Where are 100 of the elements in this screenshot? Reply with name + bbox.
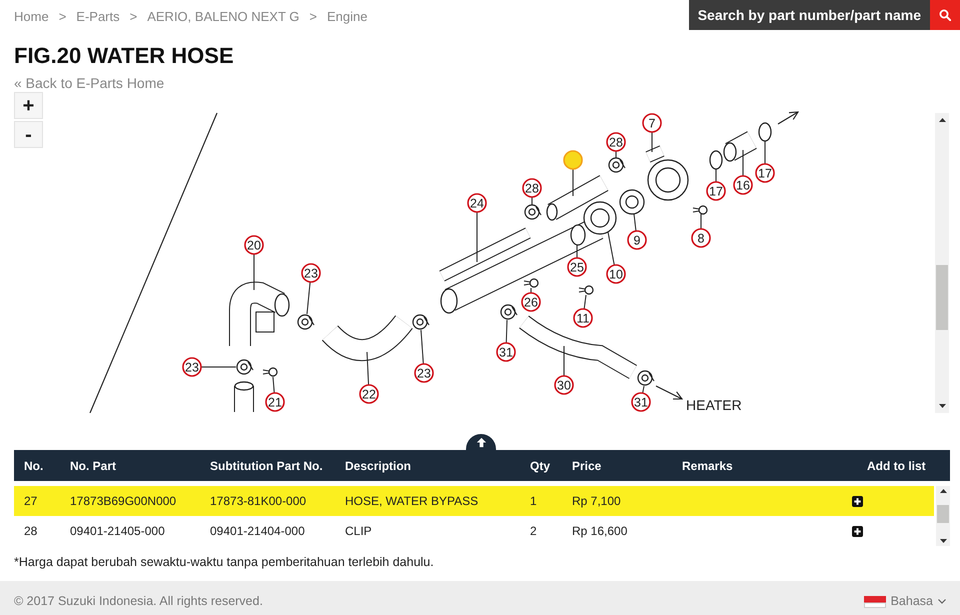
part-callout[interactable]: 26 <box>521 292 541 312</box>
zoom-out-button[interactable]: - <box>14 121 43 148</box>
back-link[interactable]: « Back to E-Parts Home <box>14 75 164 92</box>
table-cell-text: Rp 7,100 <box>571 494 622 508</box>
arrow-up-icon <box>476 437 486 448</box>
zoom-in-button[interactable]: + <box>14 92 43 119</box>
gasket <box>570 224 586 246</box>
leader-line <box>201 366 236 368</box>
table-cell-text: 09401-21405-000 <box>69 524 166 538</box>
part-callout[interactable]: 23 <box>301 263 321 283</box>
leader-line <box>420 330 424 364</box>
hose-connector <box>723 131 757 162</box>
scroll-up-button[interactable] <box>466 434 496 450</box>
search-toggle-button[interactable]: Search by part number/part name <box>688 0 930 30</box>
part-callout[interactable]: 17 <box>755 163 775 183</box>
leader-line <box>272 376 275 394</box>
leader-line <box>608 232 615 266</box>
part-callout[interactable]: 7 <box>642 113 662 133</box>
table-cell-text: 17873-81K00-000 <box>209 494 308 508</box>
part-callout[interactable]: 31 <box>631 392 651 412</box>
plus-square-icon <box>852 496 863 506</box>
search-button[interactable] <box>930 0 960 30</box>
table-cell-text: CLIP <box>344 524 373 538</box>
part-callout[interactable]: 9 <box>627 230 647 250</box>
scroll-up-icon[interactable] <box>938 118 946 122</box>
part-callout[interactable]: 21 <box>265 392 285 412</box>
hose-clamp <box>297 314 314 330</box>
leader-line <box>576 244 578 258</box>
bolt <box>262 367 278 377</box>
breadcrumb-link[interactable]: E-Parts <box>76 9 120 24</box>
part-callout[interactable]: 30 <box>554 375 574 395</box>
column-header: Add to list <box>866 458 927 472</box>
bolt <box>692 205 708 215</box>
column-header: No. <box>23 458 44 472</box>
part-callout[interactable]: 17 <box>706 181 726 201</box>
bolt <box>578 285 594 295</box>
part-callout[interactable]: 10 <box>606 264 626 284</box>
add-to-list-button[interactable] <box>852 496 863 506</box>
thermostat-cap <box>583 201 617 235</box>
part-callout[interactable]: 23 <box>414 363 434 383</box>
part-callout[interactable]: 16 <box>733 175 753 195</box>
part-callout[interactable]: 11 <box>573 308 593 328</box>
language-selector[interactable]: Bahasa <box>864 594 946 609</box>
column-header: Description <box>344 458 412 472</box>
scroll-down-icon[interactable] <box>938 404 946 408</box>
thermostat <box>619 189 645 215</box>
breadcrumb-link[interactable]: Engine <box>327 9 368 24</box>
hose-clamp <box>412 314 430 330</box>
leader-line <box>306 282 311 314</box>
column-header: Subtitution Part No. <box>209 458 324 472</box>
part-callout[interactable]: 28 <box>522 178 542 198</box>
scroll-up-icon[interactable] <box>940 489 946 493</box>
direction-arrow <box>656 386 684 400</box>
scroll-down-icon[interactable] <box>940 539 946 543</box>
column-header: No. Part <box>69 458 118 472</box>
leader-line <box>476 212 478 262</box>
column-header: Price <box>571 458 602 472</box>
page-title: FIG.20 WATER HOSE <box>14 42 234 70</box>
hose-clamp <box>637 370 654 386</box>
elbow-hose <box>229 282 290 346</box>
direction-arrow <box>778 111 800 124</box>
leader-line <box>764 140 766 164</box>
flag-icon <box>864 596 886 608</box>
part-callout[interactable]: 25 <box>567 257 587 277</box>
leader-line <box>572 169 574 196</box>
table-cell-text: 28 <box>23 524 38 538</box>
o-ring <box>758 122 772 142</box>
part-callout[interactable]: 28 <box>606 132 626 152</box>
breadcrumb-link[interactable]: Home <box>14 9 49 24</box>
breadcrumb-link[interactable]: AERIO, BALENO NEXT G <box>147 9 300 24</box>
table-cell-text: 27 <box>23 494 38 508</box>
part-callout[interactable]: 8 <box>691 228 711 248</box>
hose-clamp <box>524 204 542 220</box>
add-to-list-button[interactable] <box>852 526 863 536</box>
hose-clamp <box>500 304 518 320</box>
bypass-hose <box>546 175 608 221</box>
part-callout[interactable]: 24 <box>467 193 487 213</box>
table-cell-text: HOSE, WATER BYPASS <box>344 494 480 508</box>
leader-line <box>742 150 744 176</box>
hose-clamp <box>608 157 626 173</box>
part-callout[interactable]: 20 <box>244 235 264 255</box>
leader-line <box>634 214 636 232</box>
scrollbar-thumb[interactable] <box>936 265 948 330</box>
caret-icon <box>938 599 946 604</box>
table-cell-text: 2 <box>529 524 538 538</box>
leader-line <box>584 294 586 310</box>
leader-line <box>506 320 508 343</box>
breadcrumb-separator: > <box>308 9 318 24</box>
table-cell-text: 1 <box>529 494 538 508</box>
hose-end <box>234 381 254 412</box>
part-callout[interactable]: 22 <box>359 384 379 404</box>
table-cell-text: 17873B69G00N000 <box>69 494 178 508</box>
part-callout[interactable]: 23 <box>182 357 202 377</box>
diagram-label: HEATER <box>686 397 742 413</box>
table-row[interactable]: 27 17873B69G00N000 17873-81K00-000 HOSE, WATER BYPASS 1 Rp 7,100 <box>14 486 934 516</box>
scrollbar-thumb[interactable] <box>937 505 949 523</box>
part-callout[interactable]: 31 <box>496 342 516 362</box>
leader-line <box>700 214 702 229</box>
search-icon <box>939 9 951 21</box>
breadcrumb-separator: > <box>58 9 68 24</box>
